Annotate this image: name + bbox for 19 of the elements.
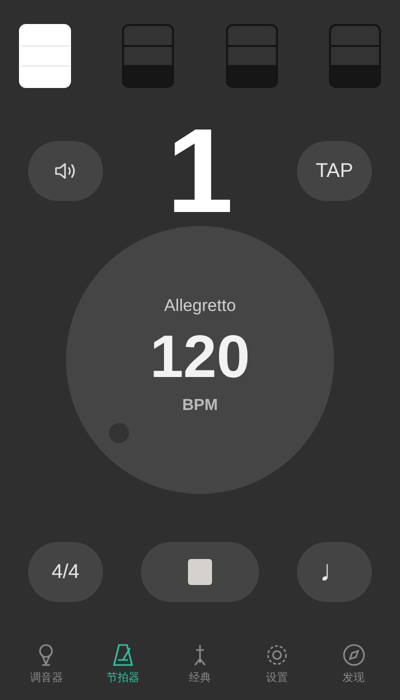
beat-block[interactable] <box>328 24 381 88</box>
tap-button[interactable]: TAP <box>297 141 372 201</box>
note-value-button[interactable]: ♩ <box>297 542 372 602</box>
beat-block[interactable] <box>226 24 278 88</box>
bpm-label: BPM <box>182 397 218 415</box>
tempo-name: Allegretto <box>164 296 236 316</box>
tab[interactable]: 经典 <box>170 642 230 685</box>
stop-icon <box>188 559 212 585</box>
time-signature-button[interactable]: 4/4 <box>28 542 103 602</box>
tab[interactable]: 节拍器 <box>93 642 154 685</box>
tab[interactable]: 调音器 <box>16 642 76 685</box>
speaker-icon <box>54 161 78 181</box>
compass-icon <box>340 642 367 668</box>
bpm-value: 120 <box>150 322 250 391</box>
tab[interactable]: 设置 <box>246 642 307 685</box>
tempo-dial[interactable]: Allegretto 120 BPM <box>66 226 334 494</box>
beat-block[interactable] <box>122 24 174 88</box>
beat-number: 1 <box>166 121 234 221</box>
tab[interactable]: 发现 <box>324 642 384 685</box>
